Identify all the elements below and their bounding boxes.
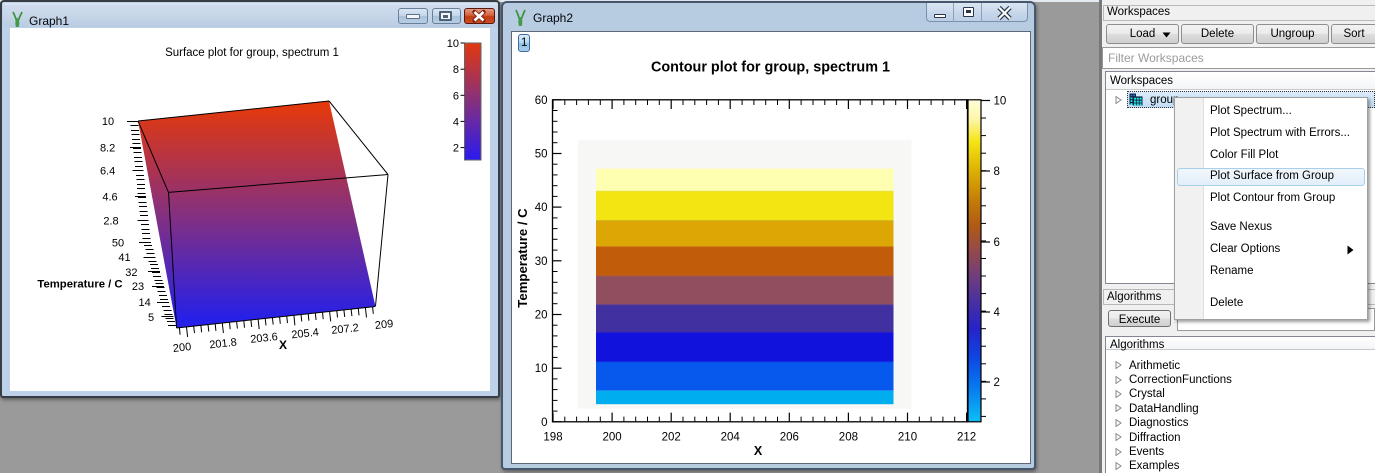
svg-text:206: 206 — [780, 432, 799, 444]
svg-text:6: 6 — [994, 237, 1000, 249]
svg-text:198: 198 — [543, 432, 562, 444]
svg-text:X: X — [754, 444, 763, 458]
svg-text:200: 200 — [603, 432, 622, 444]
svg-text:10: 10 — [535, 363, 548, 375]
svg-text:30: 30 — [535, 256, 548, 268]
svg-text:40: 40 — [535, 202, 548, 214]
svg-text:0: 0 — [541, 417, 547, 429]
svg-text:60: 60 — [535, 95, 548, 107]
svg-text:208: 208 — [839, 432, 858, 444]
svg-text:212: 212 — [957, 432, 976, 444]
svg-text:204: 204 — [721, 432, 741, 444]
svg-text:Contour plot for group, spectr: Contour plot for group, spectrum 1 — [651, 60, 890, 76]
svg-text:Temperature / C: Temperature / C — [515, 208, 530, 308]
svg-text:20: 20 — [535, 310, 548, 322]
svg-text:4: 4 — [994, 307, 1001, 319]
svg-text:210: 210 — [898, 432, 917, 444]
svg-text:10: 10 — [994, 96, 1007, 108]
svg-text:8: 8 — [994, 166, 1000, 178]
svg-text:202: 202 — [662, 432, 681, 444]
svg-text:2: 2 — [994, 377, 1000, 389]
svg-text:50: 50 — [535, 149, 548, 161]
